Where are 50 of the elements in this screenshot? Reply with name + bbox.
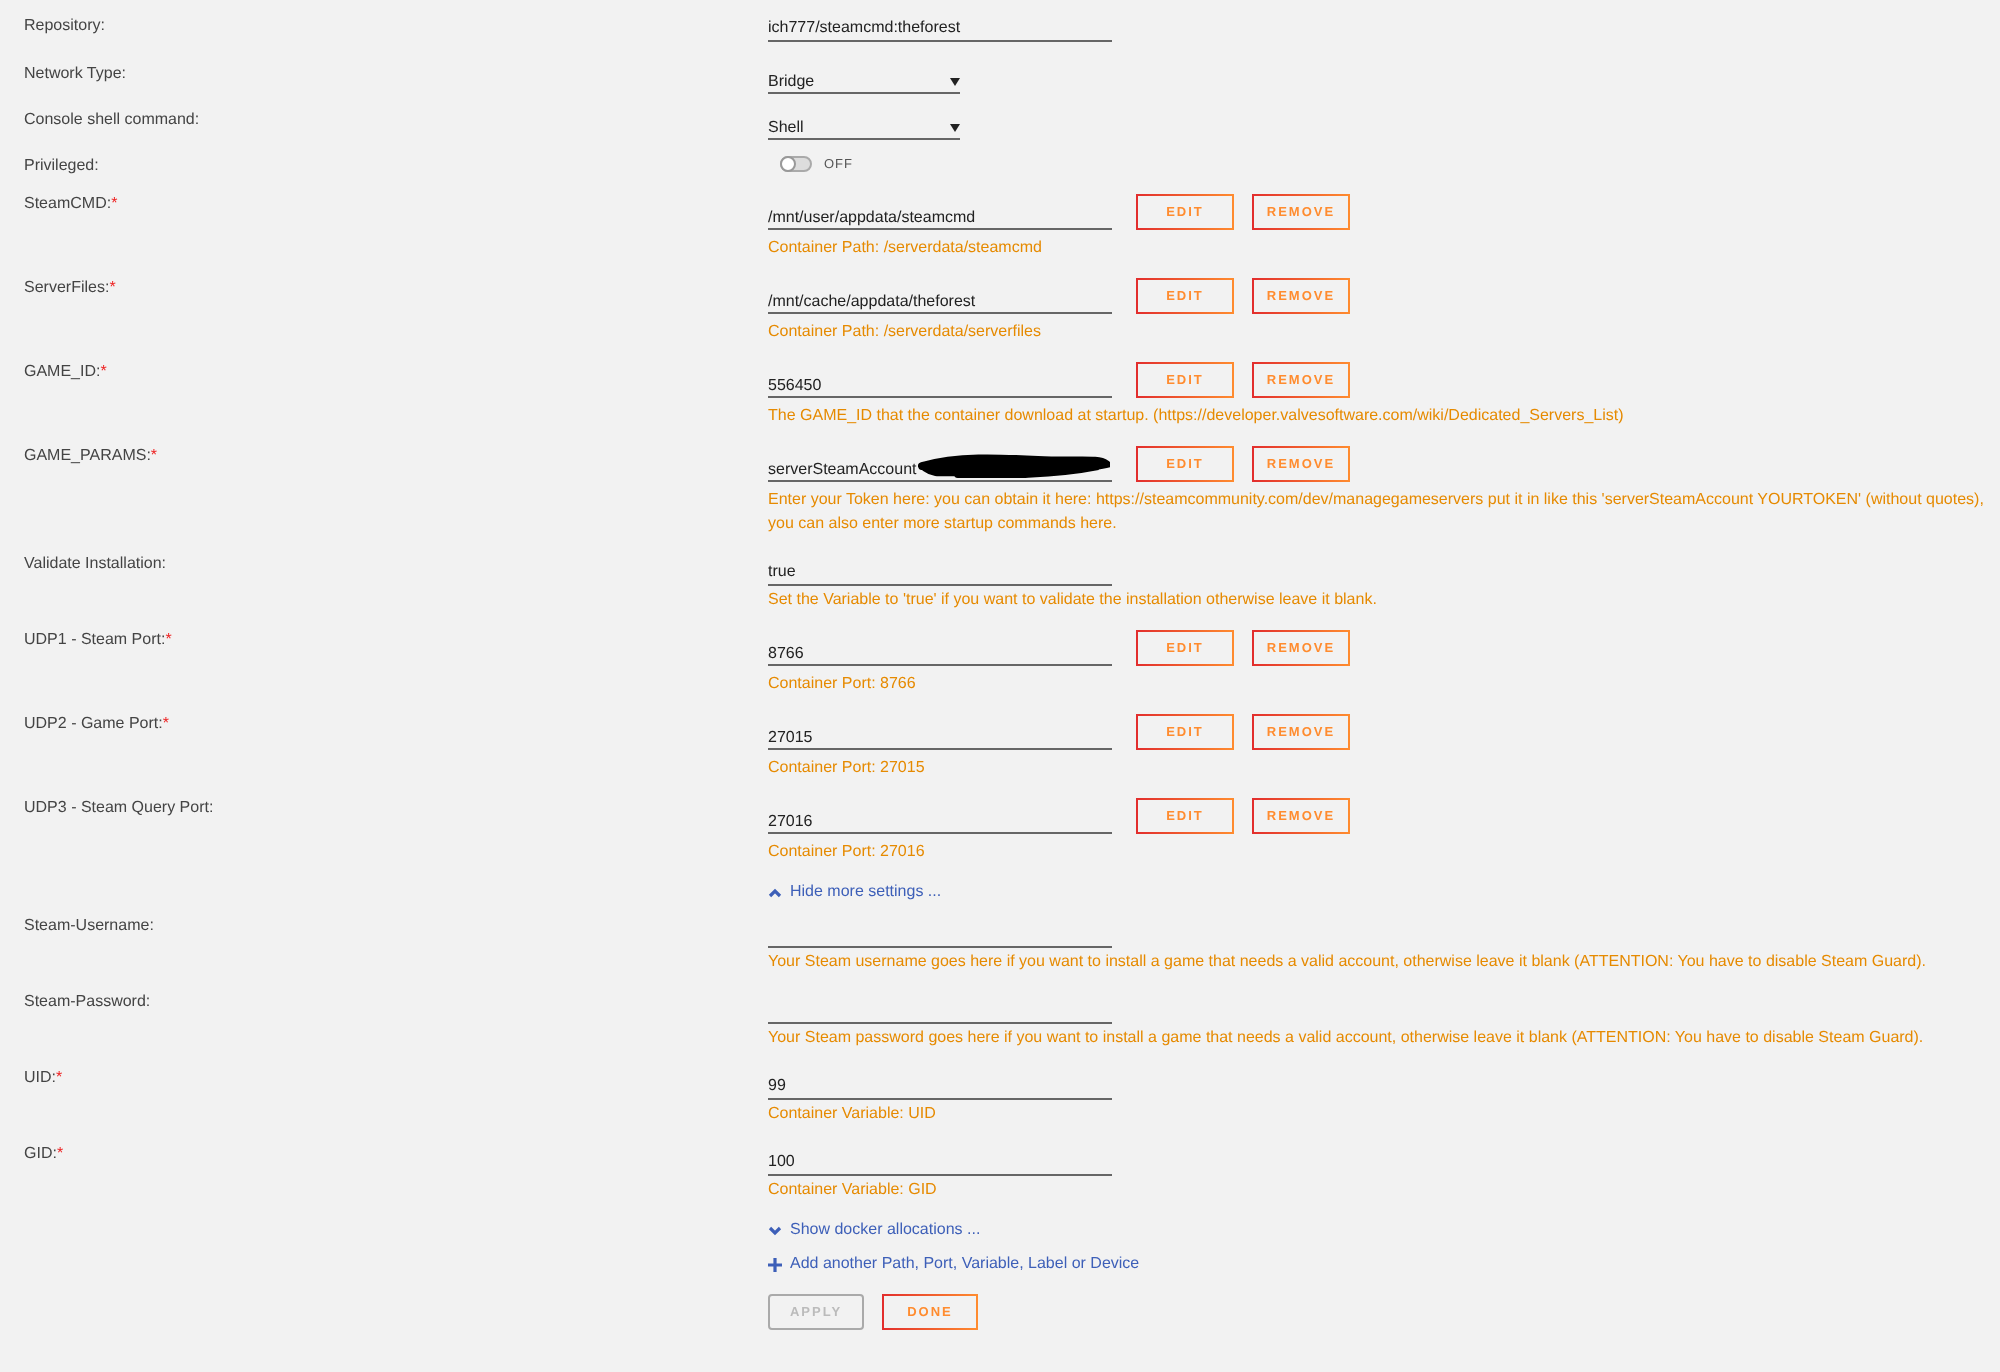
dropdown[interactable]: Bridge — [768, 70, 960, 94]
input-field[interactable]: 99 — [768, 1074, 1112, 1100]
input-field[interactable]: 8766 — [768, 630, 1112, 666]
help-text: Container Path: /serverdata/serverfiles — [768, 320, 1042, 344]
help-text: The GAME_ID that the container download at startup. (https://developer.valvesoftware.com/wiki/Dedicated_Servers_List) — [768, 404, 1624, 428]
help-text: Container Path: /serverdata/steamcmd — [768, 236, 1042, 260]
help-text: Enter your Token here: you can obtain it here: https://steamcommunity.com/dev/managegameservers put it in like this 'serverSteamAccount YOURTOKEN' (without quotes), you can also enter more startup commands here. — [768, 488, 1984, 536]
field-label: Validate Installation: — [24, 554, 167, 574]
help-text: Container Port: 27015 — [768, 756, 925, 780]
field-label: Privileged: — [24, 156, 99, 176]
help-text: Container Variable: GID — [768, 1178, 937, 1202]
help-text: Container Variable: UID — [768, 1102, 936, 1126]
input-field[interactable]: true — [768, 560, 1112, 586]
help-text: Container Port: 27016 — [768, 840, 925, 864]
chevron-up-icon — [768, 887, 782, 897]
help-text: Your Steam password goes here if you want to install a game that needs a valid account, otherwise leave it blank (ATTENTION: You have to disable Steam Guard). — [768, 1026, 1924, 1050]
input-field[interactable]: serverSteamAccount — [768, 446, 1112, 482]
input-field[interactable]: /mnt/user/appdata/steamcmd — [768, 194, 1112, 230]
field-label: GAME_PARAMS:* — [24, 446, 158, 466]
field-label: ServerFiles:* — [24, 278, 116, 298]
field-label: UDP1 - Steam Port:* — [24, 630, 172, 650]
field-label: Steam-Username: — [24, 916, 154, 936]
plus-icon — [768, 1257, 782, 1271]
link[interactable]: Show docker allocations ... — [768, 1220, 981, 1240]
field-label: SteamCMD:* — [24, 194, 118, 214]
help-text: Container Port: 8766 — [768, 672, 916, 696]
input-field[interactable]: 27016 — [768, 798, 1112, 834]
toggle-switch[interactable] — [780, 156, 812, 172]
chevron-down-icon — [768, 1225, 782, 1235]
field-label: Console shell command: — [24, 110, 200, 130]
field-label: GID:* — [24, 1144, 64, 1164]
help-text: Your Steam username goes here if you want to install a game that needs a valid account, otherwise leave it blank (ATTENTION: You have to disable Steam Guard). — [768, 950, 1926, 974]
dropdown[interactable]: Shell — [768, 116, 960, 140]
input-field[interactable]: 100 — [768, 1150, 1112, 1176]
help-text: Set the Variable to 'true' if you want to validate the installation otherwise leave it blank. — [768, 588, 1377, 612]
field-label: UDP2 - Game Port:* — [24, 714, 169, 734]
input-field[interactable]: /mnt/cache/appdata/theforest — [768, 278, 1112, 314]
field-label: Steam-Password: — [24, 992, 151, 1012]
field-label: Network Type: — [24, 64, 126, 84]
link[interactable]: Hide more settings ... — [768, 882, 942, 902]
field-label: Repository: — [24, 16, 105, 36]
input-field[interactable]: 556450 — [768, 362, 1112, 398]
input-field[interactable]: 27015 — [768, 714, 1112, 750]
field-label: UDP3 - Steam Query Port: — [24, 798, 214, 818]
caret-icon — [950, 123, 960, 131]
link[interactable]: Add another Path, Port, Variable, Label or Device — [768, 1254, 1140, 1274]
caret-icon — [950, 77, 960, 85]
field-label: UID:* — [24, 1068, 63, 1088]
field-label: GAME_ID:* — [24, 362, 107, 382]
input-field[interactable]: ich777/steamcmd:theforest — [768, 16, 1112, 42]
